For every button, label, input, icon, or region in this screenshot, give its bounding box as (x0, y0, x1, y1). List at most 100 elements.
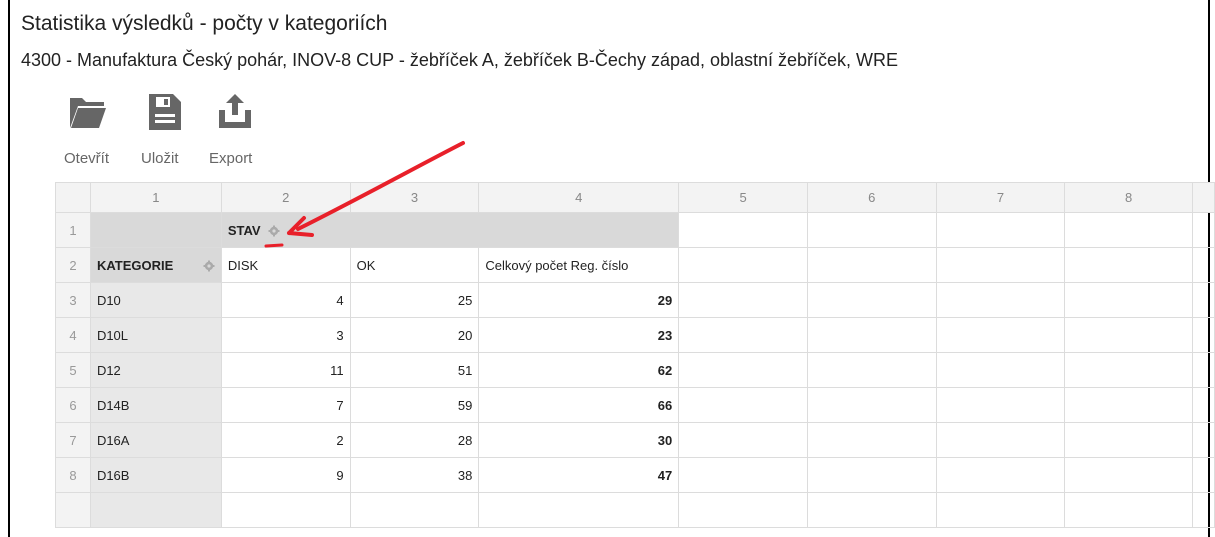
grid-cell[interactable] (806, 317, 937, 353)
category-cell[interactable]: D10L (89, 317, 222, 353)
total-cell[interactable]: 29 (478, 282, 680, 318)
pivot-row-field[interactable]: KATEGORIE (89, 247, 222, 283)
grid-cell[interactable] (806, 422, 937, 458)
row-number[interactable]: 6 (55, 387, 91, 423)
grid-cell[interactable] (678, 352, 808, 388)
grid-cell[interactable] (1191, 352, 1215, 388)
value-header-ok[interactable]: OK (349, 247, 480, 283)
grid-cell[interactable] (1064, 422, 1193, 458)
pivot-column-field-label: STAV (227, 222, 261, 238)
total-cell[interactable]: 66 (478, 387, 680, 423)
grid-cell[interactable] (678, 282, 808, 318)
total-cell[interactable]: 23 (478, 317, 680, 353)
row-number[interactable]: 5 (55, 352, 91, 388)
grid-cell[interactable] (1064, 352, 1193, 388)
grid-cell[interactable] (935, 422, 1066, 458)
grid-cell[interactable] (678, 212, 808, 248)
grid-cell[interactable] (935, 317, 1066, 353)
col-header-2[interactable]: 2 (220, 182, 351, 213)
grid-cell[interactable] (935, 247, 1066, 283)
grid-cell[interactable] (1191, 282, 1215, 318)
grid-cell[interactable] (678, 247, 808, 283)
ok-cell[interactable]: 59 (349, 387, 480, 423)
disk-cell[interactable]: 4 (220, 282, 351, 318)
total-cell[interactable]: 30 (478, 422, 680, 458)
row-number[interactable]: 8 (55, 457, 91, 493)
col-header-3[interactable]: 3 (349, 182, 480, 213)
grid-cell[interactable] (935, 212, 1066, 248)
category-cell[interactable]: D12 (89, 352, 222, 388)
grid-cell[interactable] (1191, 492, 1215, 528)
col-header-4[interactable]: 4 (478, 182, 680, 213)
row-number[interactable] (55, 492, 91, 528)
grid-cell[interactable] (1064, 492, 1193, 528)
grid-cell[interactable] (349, 492, 480, 528)
grid-cell[interactable] (935, 352, 1066, 388)
grid-cell[interactable] (220, 492, 351, 528)
category-cell[interactable] (89, 492, 222, 528)
grid-cell[interactable] (1064, 317, 1193, 353)
grid-cell[interactable] (1191, 457, 1215, 493)
total-cell[interactable]: 47 (478, 457, 680, 493)
total-cell[interactable]: 62 (478, 352, 680, 388)
open-label: Otevřít (64, 150, 110, 167)
gear-icon[interactable] (268, 225, 280, 237)
grid-cell[interactable] (806, 247, 937, 283)
row-number[interactable]: 7 (55, 422, 91, 458)
grid-cell[interactable] (806, 352, 937, 388)
grid-cell[interactable] (1191, 422, 1215, 458)
frame-left-border (8, 0, 10, 537)
disk-cell[interactable]: 11 (220, 352, 351, 388)
grid-cell[interactable] (935, 387, 1066, 423)
ok-cell[interactable]: 38 (349, 457, 480, 493)
disk-cell[interactable]: 9 (220, 457, 351, 493)
ok-cell[interactable]: 51 (349, 352, 480, 388)
disk-cell[interactable]: 7 (220, 387, 351, 423)
grid-cell[interactable] (1064, 247, 1193, 283)
ok-cell[interactable]: 20 (349, 317, 480, 353)
col-header-8[interactable]: 8 (1064, 182, 1193, 213)
disk-cell[interactable]: 3 (220, 317, 351, 353)
row-number[interactable]: 3 (55, 282, 91, 318)
col-header-7[interactable]: 7 (935, 182, 1066, 213)
grid-cell[interactable] (1191, 212, 1215, 248)
col-header-5[interactable]: 5 (678, 182, 808, 213)
value-header-total[interactable]: Celkový počet Reg. číslo (478, 247, 680, 283)
grid-cell[interactable] (806, 387, 937, 423)
grid-cell[interactable] (678, 422, 808, 458)
grid-cell[interactable] (935, 282, 1066, 318)
grid-cell[interactable] (1191, 247, 1215, 283)
grid-cell[interactable] (1064, 282, 1193, 318)
ok-cell[interactable]: 25 (349, 282, 480, 318)
grid-cell[interactable] (935, 457, 1066, 493)
grid-cell[interactable] (806, 492, 937, 528)
value-header-disk[interactable]: DISK (220, 247, 351, 283)
grid-cell[interactable] (1064, 457, 1193, 493)
ok-cell[interactable]: 28 (349, 422, 480, 458)
grid-cell[interactable] (1191, 317, 1215, 353)
category-cell[interactable]: D10 (89, 282, 222, 318)
grid-cell[interactable] (1191, 387, 1215, 423)
grid-cell[interactable] (478, 492, 680, 528)
grid-cell[interactable] (678, 492, 808, 528)
category-cell[interactable]: D16A (89, 422, 222, 458)
row-number[interactable]: 1 (55, 212, 91, 248)
grid-cell[interactable] (1064, 212, 1193, 248)
col-header-1[interactable]: 1 (89, 182, 222, 213)
grid-cell[interactable] (678, 457, 808, 493)
pivot-column-field[interactable]: STAV (220, 212, 351, 248)
disk-cell[interactable]: 2 (220, 422, 351, 458)
col-header-6[interactable]: 6 (806, 182, 937, 213)
gear-icon[interactable] (203, 260, 215, 272)
grid-cell[interactable] (806, 212, 937, 248)
row-number[interactable]: 4 (55, 317, 91, 353)
grid-cell[interactable] (1064, 387, 1193, 423)
grid-cell[interactable] (678, 317, 808, 353)
grid-cell[interactable] (806, 457, 937, 493)
row-number[interactable]: 2 (55, 247, 91, 283)
category-cell[interactable]: D16B (89, 457, 222, 493)
grid-cell[interactable] (935, 492, 1066, 528)
grid-cell[interactable] (678, 387, 808, 423)
grid-cell[interactable] (806, 282, 937, 318)
category-cell[interactable]: D14B (89, 387, 222, 423)
